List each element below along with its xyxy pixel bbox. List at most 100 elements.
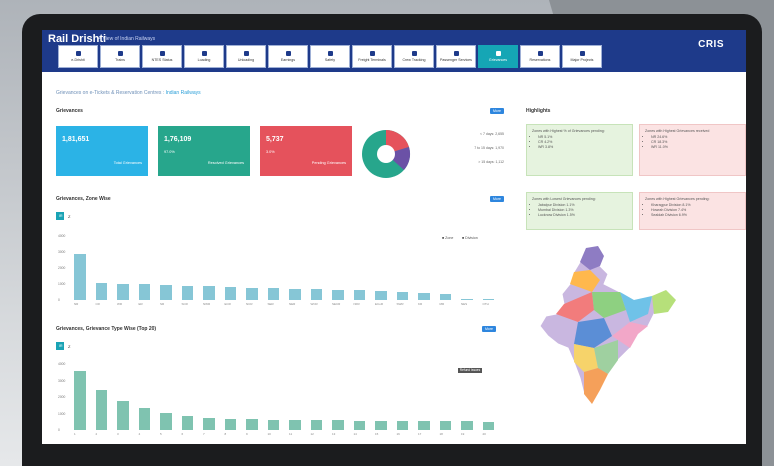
bar-6[interactable] <box>181 416 194 430</box>
more-button-grievances[interactable]: More <box>490 108 504 114</box>
nav-item-e-drishti[interactable]: e-Drishti <box>58 45 98 68</box>
bar-17[interactable] <box>418 421 430 430</box>
x-tick-label: SECR <box>332 302 341 306</box>
bar-4[interactable] <box>138 408 151 430</box>
more-button-zone[interactable]: More <box>490 196 504 202</box>
bar-10[interactable] <box>267 419 280 430</box>
nav-item-safety[interactable]: Safety <box>310 45 350 68</box>
reservation-icon <box>537 51 543 56</box>
bar-NR[interactable] <box>74 254 86 300</box>
bar-18[interactable] <box>439 421 452 430</box>
bar-NWR[interactable] <box>203 286 215 300</box>
x-tick-label: NES <box>461 302 468 306</box>
x-tick-label: 11 <box>289 432 293 436</box>
bar-SCR[interactable] <box>181 285 194 300</box>
bar-WCR[interactable] <box>310 289 323 300</box>
x-tick-label: 3 <box>117 432 119 436</box>
card-resolved-value: 1,76,109 <box>164 136 192 143</box>
bar-ECoR[interactable] <box>375 291 387 300</box>
section-grievances-title: Grievances <box>56 108 83 114</box>
nav-item-passenger-services[interactable]: Passenger Services <box>436 45 476 68</box>
bar-15[interactable] <box>375 420 387 430</box>
nav-item-grievances[interactable]: Grievances <box>478 45 518 68</box>
bar-CR[interactable] <box>95 282 108 300</box>
more-button-type[interactable]: More <box>482 326 496 332</box>
bar-MR[interactable] <box>439 294 452 300</box>
bar-1[interactable] <box>74 370 86 430</box>
card-pending-percent: 3.0% <box>266 150 275 154</box>
toggle-z-type[interactable]: Z <box>68 344 70 349</box>
pending-age-pie-chart[interactable] <box>360 128 412 180</box>
bar-SR[interactable] <box>160 285 172 300</box>
type-chart-tooltip: Refund Issues <box>458 368 482 373</box>
highlight-1-item: WR 3.8% <box>538 145 627 150</box>
bar-KR[interactable] <box>418 293 430 300</box>
x-tick-label: 12 <box>310 432 314 436</box>
nav-item-unloading[interactable]: Unloading <box>226 45 266 68</box>
bar-8[interactable] <box>224 418 237 430</box>
bar-2[interactable] <box>95 390 108 430</box>
nav-item-freight-terminals[interactable]: Freight Terminals <box>352 45 392 68</box>
india-map[interactable] <box>534 244 680 410</box>
map-region-northeast[interactable] <box>652 290 676 314</box>
status-icon <box>159 51 165 56</box>
nav-item-ntes-status[interactable]: NTES Status <box>142 45 182 68</box>
highlight-box-4: Zones with Highest Grievances pending: K… <box>639 192 746 230</box>
grievance-icon <box>495 51 501 56</box>
bar-5[interactable] <box>160 412 172 430</box>
nav-item-trains[interactable]: Trains <box>100 45 140 68</box>
zone-legend-zone[interactable]: ■ Zone <box>442 236 453 240</box>
bar-12[interactable] <box>310 420 323 430</box>
map-outline[interactable] <box>539 245 677 405</box>
nav-label: Earnings <box>280 58 296 62</box>
bar-NFR[interactable] <box>353 290 366 300</box>
bar-20[interactable] <box>482 421 495 430</box>
x-tick-label: SWR <box>396 302 404 306</box>
card-resolved[interactable]: 1,76,109 97.0% Resolved Grievances <box>158 126 250 176</box>
bar-SECR[interactable] <box>332 289 344 300</box>
bar-SER[interactable] <box>267 288 280 300</box>
x-tick-label: NWR <box>203 302 211 306</box>
nav-item-earnings[interactable]: Earnings <box>268 45 308 68</box>
bar-7[interactable] <box>203 417 215 430</box>
bar-SWR[interactable] <box>396 291 409 300</box>
toggle-z-zone[interactable]: Z <box>68 214 70 219</box>
x-tick-label: MR <box>439 302 445 306</box>
nav-item-major-projects[interactable]: Major Projects <box>562 45 602 68</box>
safety-icon <box>327 51 333 56</box>
nav-item-reservations[interactable]: Reservations <box>520 45 560 68</box>
breadcrumb: Grievances on e-Tickets & Reservation Ce… <box>56 90 201 96</box>
highlight-4-item: Sealdah Division 6.9% <box>651 213 740 218</box>
bar-OTH[interactable] <box>482 299 495 300</box>
bar-NER[interactable] <box>289 288 301 300</box>
bar-14[interactable] <box>353 420 366 430</box>
bar-NES[interactable] <box>461 298 473 300</box>
bar-NCR[interactable] <box>246 287 258 300</box>
nav-label: Unloading <box>237 58 255 62</box>
y-tick-label: 1000 <box>58 411 66 416</box>
bar-ECR[interactable] <box>224 287 237 300</box>
breadcrumb-path[interactable]: Grievances on e-Tickets & Reservation Ce… <box>56 90 161 96</box>
nav-item-crew-tracking[interactable]: Crew Tracking <box>394 45 434 68</box>
x-tick-label: 8 <box>224 432 227 436</box>
x-tick-label: 1 <box>74 432 76 436</box>
card-total[interactable]: 1,81,651 Total Grievances <box>56 126 148 176</box>
nav-item-loading[interactable]: Loading <box>184 45 224 68</box>
bar-9[interactable] <box>246 419 258 430</box>
brand-logo[interactable]: CRIS <box>698 39 724 50</box>
bar-11[interactable] <box>289 420 301 430</box>
bar-13[interactable] <box>332 420 344 430</box>
bar-16[interactable] <box>396 420 409 430</box>
highlight-3-item: Lucknow Division 1.5% <box>538 213 627 218</box>
highlight-3-title: Zones with Lowest Grievances pending: <box>532 197 596 201</box>
section-highlights-title: Highlights <box>526 108 551 114</box>
unloading-icon <box>243 51 249 56</box>
zone-legend-division[interactable]: ■ Division <box>462 236 478 240</box>
highlight-2-title: Zones with Highest Grievances received <box>645 129 710 133</box>
bar-3[interactable] <box>117 400 129 430</box>
nav-label: NTES Status <box>151 58 173 62</box>
bar-WR[interactable] <box>117 283 129 300</box>
bar-ER[interactable] <box>138 284 151 300</box>
card-pending[interactable]: 5,737 3.0% Pending Grievances <box>260 126 352 176</box>
bar-19[interactable] <box>461 421 473 430</box>
